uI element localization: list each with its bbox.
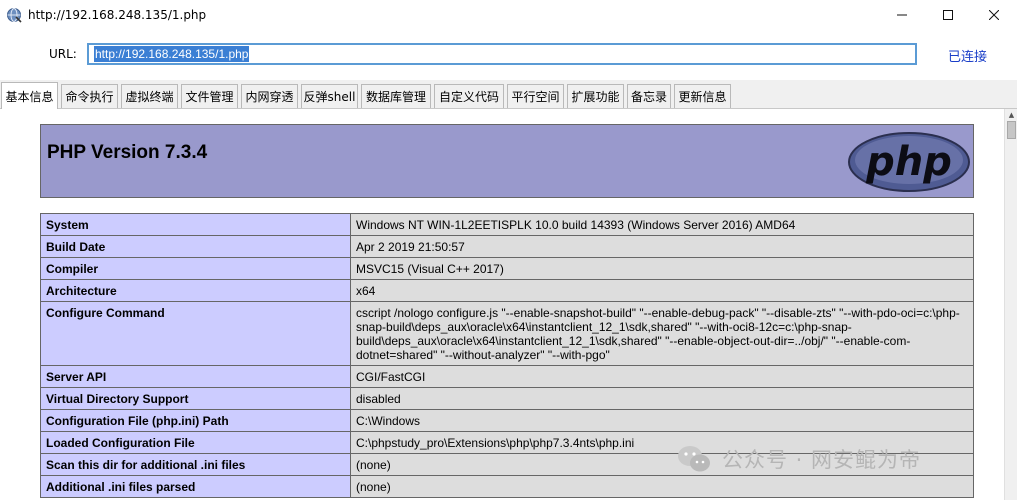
app-icon bbox=[7, 8, 22, 23]
row-key: Additional .ini files parsed bbox=[40, 475, 351, 498]
table-row: Virtual Directory Support disabled bbox=[40, 387, 974, 410]
tab-reverse-shell[interactable]: 反弹shell bbox=[301, 84, 358, 108]
table-row: Configuration File (php.ini) Path C:\Win… bbox=[40, 409, 974, 432]
scroll-up-button[interactable]: ▲ bbox=[1005, 109, 1017, 121]
table-row: System Windows NT WIN-1L2EETISPLK 10.0 b… bbox=[40, 213, 974, 236]
row-key: Configuration File (php.ini) Path bbox=[40, 409, 351, 432]
row-value: MSVC15 (Visual C++ 2017) bbox=[350, 257, 974, 280]
row-key: Scan this dir for additional .ini files bbox=[40, 453, 351, 476]
wechat-icon bbox=[678, 446, 710, 472]
chevron-up-icon: ▲ bbox=[1008, 111, 1015, 119]
tab-custom-code[interactable]: 自定义代码 bbox=[434, 84, 504, 108]
php-logo-icon: php bbox=[848, 132, 970, 192]
url-input[interactable]: http://192.168.248.135/1.php bbox=[87, 43, 917, 65]
row-value: C:\Windows bbox=[350, 409, 974, 432]
tab-database-manager[interactable]: 数据库管理 bbox=[361, 84, 431, 108]
url-label: URL: bbox=[49, 47, 77, 61]
connection-status: 已连接 bbox=[948, 50, 988, 65]
row-key: Architecture bbox=[40, 279, 351, 302]
row-key: Loaded Configuration File bbox=[40, 431, 351, 454]
vertical-scrollbar[interactable]: ▲ bbox=[1004, 109, 1017, 500]
close-icon bbox=[989, 10, 999, 20]
tab-update-info[interactable]: 更新信息 bbox=[674, 84, 731, 108]
table-row: Build Date Apr 2 2019 21:50:57 bbox=[40, 235, 974, 258]
tab-command-exec[interactable]: 命令执行 bbox=[61, 84, 118, 108]
row-value: (none) bbox=[350, 475, 974, 498]
tab-basic-info[interactable]: 基本信息 bbox=[1, 82, 58, 109]
watermark: 公众号 · 网安鲲为帝 bbox=[676, 442, 921, 476]
row-key: Server API bbox=[40, 365, 351, 388]
tab-file-manager[interactable]: 文件管理 bbox=[181, 84, 238, 108]
row-key: Configure Command bbox=[40, 301, 351, 366]
row-value: cscript /nologo configure.js "--enable-s… bbox=[350, 301, 974, 366]
url-bar: URL: http://192.168.248.135/1.php 已连接 bbox=[0, 30, 1017, 80]
url-value: http://192.168.248.135/1.php bbox=[94, 46, 250, 62]
row-key: Compiler bbox=[40, 257, 351, 280]
title-bar: http://192.168.248.135/1.php bbox=[0, 0, 1017, 30]
tab-extensions[interactable]: 扩展功能 bbox=[567, 84, 624, 108]
tab-parallel-space[interactable]: 平行空间 bbox=[507, 84, 564, 108]
tab-memo[interactable]: 备忘录 bbox=[627, 84, 671, 108]
row-key: Build Date bbox=[40, 235, 351, 258]
php-logo-text: php bbox=[865, 139, 952, 185]
tab-intranet-tunnel[interactable]: 内网穿透 bbox=[241, 84, 298, 108]
row-value: Windows NT WIN-1L2EETISPLK 10.0 build 14… bbox=[350, 213, 974, 236]
window-controls bbox=[879, 0, 1017, 30]
maximize-button[interactable] bbox=[925, 0, 971, 30]
row-value: Apr 2 2019 21:50:57 bbox=[350, 235, 974, 258]
table-row: Compiler MSVC15 (Visual C++ 2017) bbox=[40, 257, 974, 280]
tab-virtual-terminal[interactable]: 虚拟终端 bbox=[121, 84, 178, 108]
table-row: Additional .ini files parsed (none) bbox=[40, 475, 974, 498]
row-value: disabled bbox=[350, 387, 974, 410]
row-value: x64 bbox=[350, 279, 974, 302]
row-key: Virtual Directory Support bbox=[40, 387, 351, 410]
table-row: Server API CGI/FastCGI bbox=[40, 365, 974, 388]
table-row: Configure Command cscript /nologo config… bbox=[40, 301, 974, 366]
php-version-header: PHP Version 7.3.4 php bbox=[40, 124, 974, 198]
php-version-title: PHP Version 7.3.4 bbox=[47, 142, 208, 163]
scroll-thumb[interactable] bbox=[1007, 121, 1016, 139]
window-title: http://192.168.248.135/1.php bbox=[28, 8, 207, 22]
watermark-text: 公众号 · 网安鲲为帝 bbox=[722, 448, 922, 472]
maximize-icon bbox=[943, 10, 953, 20]
table-row: Architecture x64 bbox=[40, 279, 974, 302]
close-button[interactable] bbox=[971, 0, 1017, 30]
minimize-icon bbox=[897, 14, 907, 16]
row-value: CGI/FastCGI bbox=[350, 365, 974, 388]
row-key: System bbox=[40, 213, 351, 236]
minimize-button[interactable] bbox=[879, 0, 925, 30]
